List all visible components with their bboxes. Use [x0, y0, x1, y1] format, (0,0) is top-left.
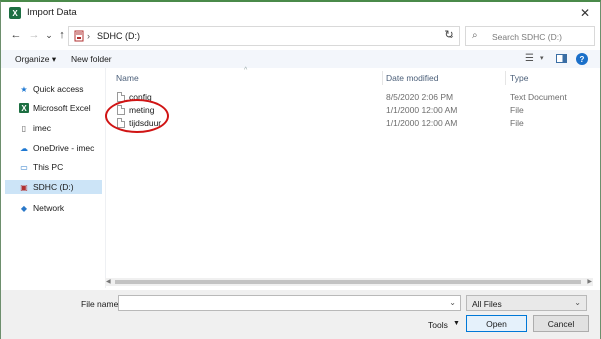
highlight-annotation: [105, 99, 169, 133]
refresh-icon[interactable]: ↻: [442, 28, 456, 41]
sidebar-item[interactable]: ▭ This PC: [5, 160, 101, 174]
view-options-icon[interactable]: ☰: [525, 53, 534, 64]
document-icon: ▯: [21, 123, 27, 133]
chevron-down-icon[interactable]: ⌄: [449, 298, 456, 307]
sidebar-item[interactable]: ★ Quick access: [5, 82, 101, 96]
import-data-dialog: X Import Data ✕ ← → ⌄ ↑ › SDHC (D:) ⌄ ↻ …: [0, 0, 601, 339]
sidebar-item-label: This PC: [33, 162, 64, 172]
chevron-down-icon: ⌄: [574, 298, 581, 307]
dialog-title: Import Data: [27, 7, 77, 18]
breadcrumb-location[interactable]: SDHC (D:): [97, 31, 140, 41]
new-folder-button[interactable]: New folder: [71, 54, 112, 64]
search-input[interactable]: ⌕ Search SDHC (D:): [465, 26, 595, 46]
sidebar-item-label: imec: [33, 123, 51, 133]
excel-icon: X: [9, 7, 21, 19]
sidebar-item[interactable]: ▣ SDHC (D:): [5, 180, 102, 194]
open-button[interactable]: Open: [466, 315, 527, 332]
cloud-icon: ☁: [20, 143, 28, 153]
search-placeholder: Search SDHC (D:): [492, 32, 562, 42]
tools-dropdown-icon[interactable]: ▼: [453, 320, 460, 327]
sidebar-item[interactable]: ☁ OneDrive - imec: [5, 141, 101, 155]
tools-button[interactable]: Tools: [428, 320, 448, 330]
scroll-left-icon[interactable]: ◀: [106, 278, 111, 285]
help-icon[interactable]: ?: [576, 53, 588, 65]
computer-icon: ▭: [20, 162, 28, 172]
network-icon: ◆: [20, 203, 28, 213]
sidebar-item-label: Quick access: [33, 84, 84, 94]
file-type-filter[interactable]: All Files ⌄: [466, 295, 587, 311]
file-list: ^ Name Date modified Type config 8/5/2020…: [107, 67, 593, 278]
file-name-input[interactable]: ⌄: [118, 295, 461, 311]
file-date-modified: 8/5/2020 2:06 PM: [386, 92, 454, 102]
sidebar-item[interactable]: ▯ imec: [5, 121, 101, 135]
view-dropdown-icon[interactable]: ▾: [540, 54, 544, 62]
search-icon: ⌕: [472, 30, 478, 41]
dialog-footer: File name: ⌄ All Files ⌄ Tools ▼ Open Ca…: [1, 290, 600, 339]
title-bar: X Import Data ✕: [1, 2, 600, 24]
file-row[interactable]: config 8/5/2020 2:06 PM Text Document: [107, 92, 593, 104]
horizontal-scrollbar[interactable]: ◀ ▶: [105, 278, 593, 286]
navigation-pane: ★ Quick access X Microsoft Excel ▯ imec ☁ OneDr…: [1, 68, 105, 288]
sd-card-icon: ▣: [20, 182, 28, 192]
scrollbar-thumb[interactable]: [115, 280, 581, 284]
column-separator[interactable]: [382, 71, 383, 85]
file-row[interactable]: tijdsduur 1/1/2000 12:00 AM File: [107, 118, 593, 130]
column-header-name[interactable]: Name: [116, 73, 139, 83]
sidebar-item[interactable]: X Microsoft Excel: [5, 101, 101, 115]
up-arrow-icon[interactable]: ↑: [55, 28, 69, 42]
scroll-right-icon[interactable]: ▶: [587, 278, 592, 285]
command-toolbar: Organize ▾ New folder ☰ ▾ ?: [1, 50, 600, 68]
breadcrumb-separator-icon: ›: [87, 31, 90, 41]
organize-button[interactable]: Organize ▾: [15, 54, 56, 65]
file-type-filter-value: All Files: [472, 299, 502, 309]
sd-card-icon: [74, 30, 84, 42]
sidebar-item-label: SDHC (D:): [33, 182, 74, 192]
cancel-button[interactable]: Cancel: [533, 315, 589, 332]
column-separator[interactable]: [505, 71, 506, 85]
pane-divider[interactable]: [105, 68, 106, 288]
sidebar-item-label: OneDrive - imec: [33, 143, 95, 153]
sort-indicator-icon: ^: [244, 67, 248, 74]
excel-icon: X: [19, 103, 29, 113]
file-type: File: [510, 105, 524, 115]
star-icon: ★: [20, 84, 28, 94]
file-row[interactable]: meting 1/1/2000 12:00 AM File: [107, 105, 593, 117]
recent-locations-icon[interactable]: ⌄: [42, 28, 56, 42]
file-name-label: File name:: [81, 299, 121, 309]
sidebar-item[interactable]: ◆ Network: [5, 201, 101, 215]
preview-pane-icon[interactable]: [556, 54, 567, 63]
column-header-date-modified[interactable]: Date modified: [386, 73, 438, 83]
forward-arrow-icon[interactable]: →: [27, 28, 41, 42]
file-date-modified: 1/1/2000 12:00 AM: [386, 118, 458, 128]
column-header-type[interactable]: Type: [510, 73, 528, 83]
close-button[interactable]: ✕: [574, 4, 596, 22]
sidebar-item-label: Microsoft Excel: [33, 103, 91, 113]
file-type: File: [510, 118, 524, 128]
file-date-modified: 1/1/2000 12:00 AM: [386, 105, 458, 115]
sidebar-item-label: Network: [33, 203, 65, 213]
back-arrow-icon[interactable]: ←: [9, 28, 23, 42]
file-type: Text Document: [510, 92, 567, 102]
address-bar[interactable]: › SDHC (D:) ⌄: [68, 26, 460, 46]
